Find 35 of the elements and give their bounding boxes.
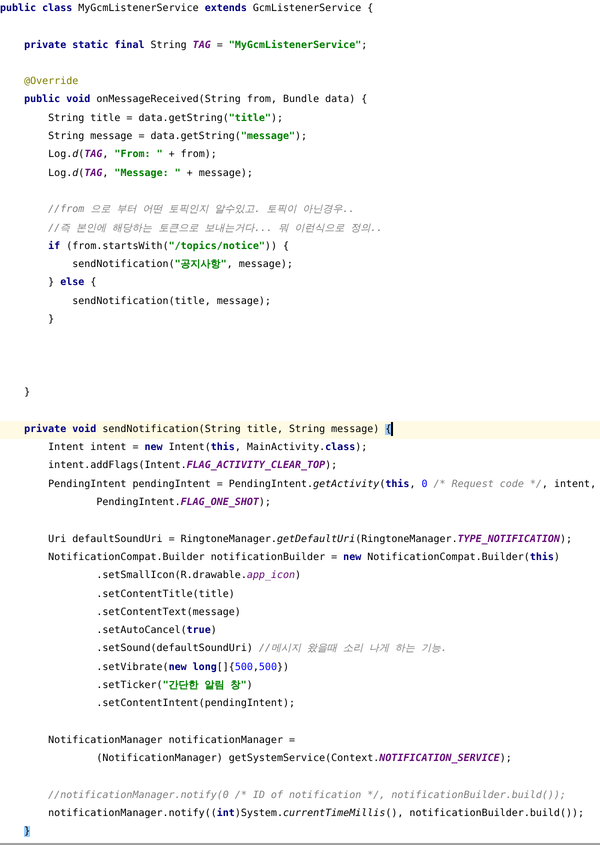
code-line: PendingIntent.FLAG_ONE_SHOT); — [95, 496, 272, 510]
code-line: Log.d(TAG, "From: " + from); — [47, 148, 218, 162]
code-line: if (from.startsWith("/topics/notice")) { — [47, 240, 290, 254]
code-line: private static final String TAG = "MyGcmListenerService"; — [23, 38, 368, 53]
code-line: intent.addFlags(Intent.FLAG_ACTIVITY_CLEAR_TOP); — [47, 459, 338, 474]
code-line: } else { — [47, 276, 98, 290]
code-line: PendingIntent pendingIntent = PendingIntent.getActivity(this, 0 /* Request code */, intent, — [47, 478, 598, 492]
code-line: //즉 본인에 해당하는 토큰으로 보내는거다... 뭐 이런식으로 정의.. — [47, 222, 384, 236]
code-line: NotificationManager notificationManager = — [47, 734, 296, 748]
code-line: //from 으로 부터 어떤 토픽인지 알수있고. 토픽이 아닌경우.. — [47, 203, 356, 218]
code-line: Uri defaultSoundUri = RingtoneManager.getDefaultUri(RingtoneManager.TYPE_NOTIFICATION); — [47, 532, 573, 547]
code-line: .setTicker("간단한 알림 창") — [95, 678, 254, 693]
code-line: public class MyGcmListenerService extends GcmListenerService { — [0, 2, 374, 16]
code-line: .setContentText(message) — [95, 606, 242, 620]
code-line: String title = data.getString("title"); — [47, 112, 284, 126]
code-line: .setVibrate(new long[]{500,500}) — [95, 660, 290, 675]
code-line: .setAutoCancel(true) — [95, 624, 218, 638]
code-line: public void onMessageReceived(String from, Bundle data) { — [23, 92, 368, 108]
code-line: .setContentIntent(pendingIntent); — [95, 697, 296, 712]
code-line: @Override — [23, 75, 80, 90]
code-line: //notificationManager.notify(0 /* ID of notification */, notificationBuilder.build()); — [47, 788, 567, 803]
code-line: Log.d(TAG, "Message: " + message); — [47, 166, 254, 181]
code-line: .setContentTitle(title) — [95, 588, 236, 602]
code-line: .setSmallIcon(R.drawable.app_icon) — [95, 569, 302, 584]
code-line: } — [47, 313, 56, 328]
code-line: Intent intent = new Intent(this, MainActivity.class); — [47, 440, 368, 456]
code-line: sendNotification("공지사항", message); — [71, 258, 294, 272]
code-line: notificationManager.notify((int)System.currentTimeMillis(), notificationBuilder.build()); — [47, 806, 586, 822]
code-editor[interactable] — [0, 0, 600, 845]
code-line: } — [23, 386, 32, 400]
code-line: String message = data.getString("message"); — [47, 130, 308, 144]
code-line: (NotificationManager) getSystemService(Context.NOTIFICATION_SERVICE); — [95, 752, 513, 766]
code-line: NotificationCompat.Builder notificationBuilder = new NotificationCompat.Builder(this) — [47, 550, 561, 565]
code-line: .setSound(defaultSoundUri) //메시지 왔을때 소리 나게 하는 기능. — [95, 642, 448, 656]
code-line: sendNotification(title, message); — [71, 294, 272, 309]
